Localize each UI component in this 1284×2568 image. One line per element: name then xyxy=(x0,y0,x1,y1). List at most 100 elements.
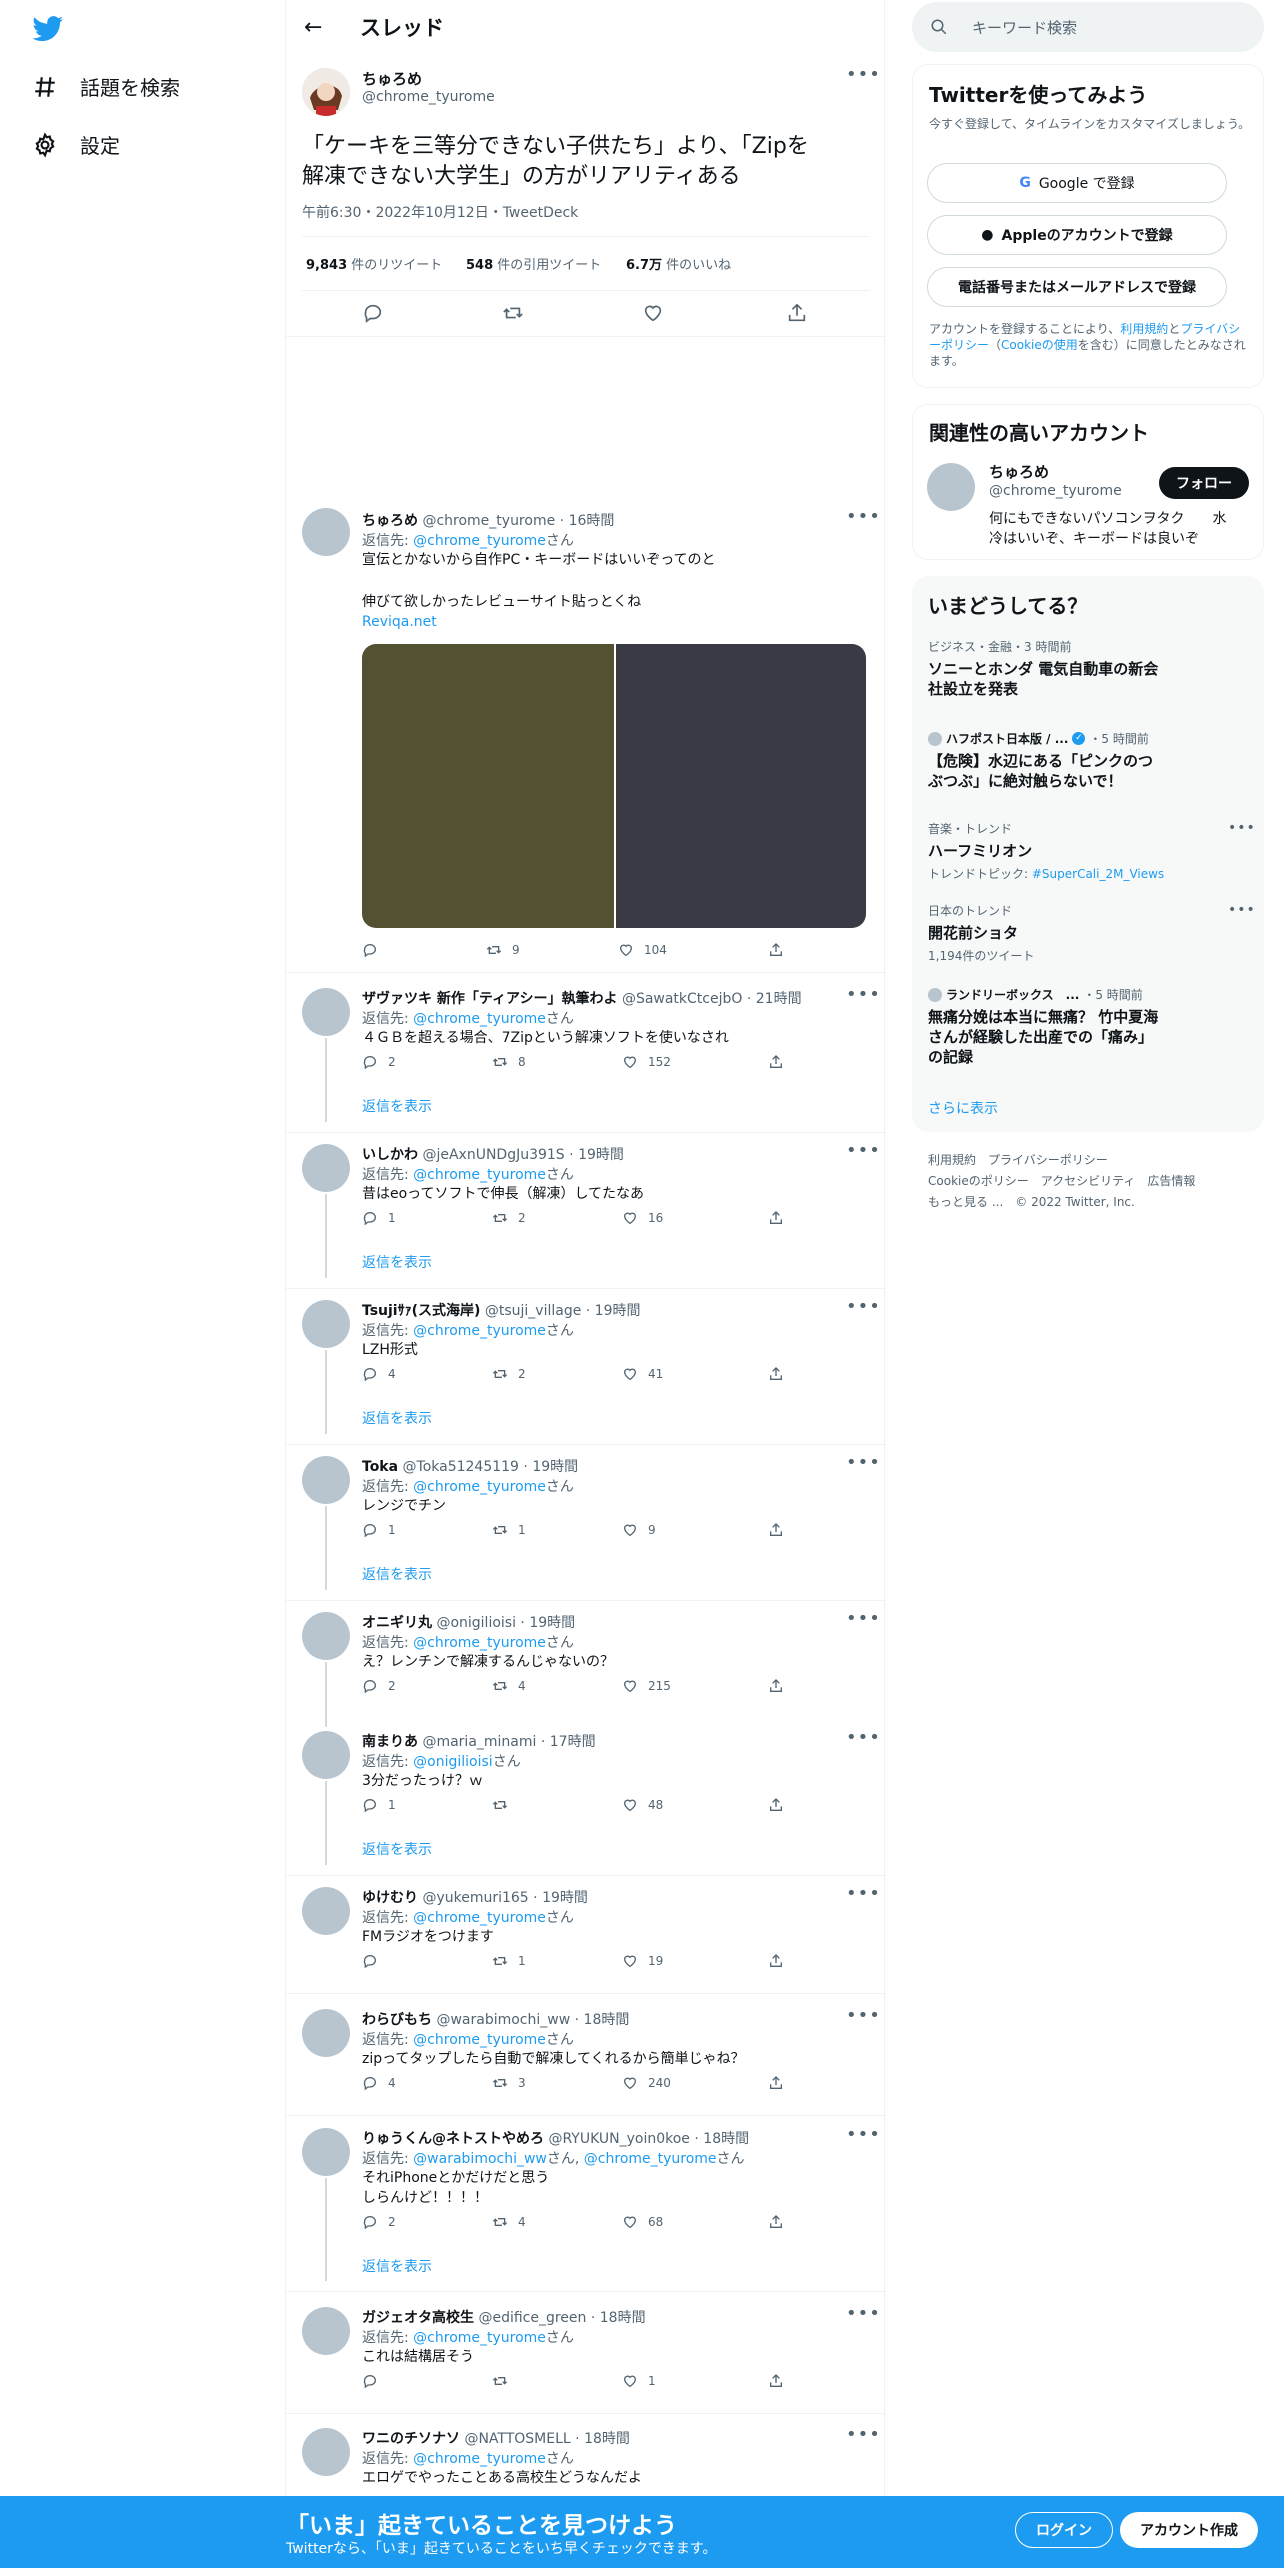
timestamp[interactable]: 18時間 xyxy=(584,2012,630,2028)
reply-button[interactable]: 4 xyxy=(362,1366,396,1382)
retweet-button[interactable]: 1 xyxy=(492,1522,526,1538)
share-button[interactable] xyxy=(768,942,784,958)
reply-to-handle[interactable]: @chrome_tyurome xyxy=(413,1323,546,1339)
share-button[interactable] xyxy=(768,1366,784,1382)
reply-to-handle[interactable]: @chrome_tyurome xyxy=(413,1910,546,1926)
trend-item[interactable]: 日本のトレンド 開花前ショタ 1,194件のツイート xyxy=(928,902,1248,964)
timestamp[interactable]: 19時間 xyxy=(532,1459,578,1475)
create-account-button[interactable]: アカウント作成 xyxy=(1120,2512,1258,2548)
reply-to-handle[interactable]: @chrome_tyurome xyxy=(413,2451,546,2467)
like-button[interactable]: 152 xyxy=(622,1054,671,1070)
tweet-meta[interactable]: 午前6:30・2022年10月12日・TweetDeck xyxy=(302,202,578,222)
share-icon[interactable] xyxy=(786,302,808,324)
reply-button[interactable] xyxy=(362,942,388,958)
author-name[interactable]: いしかわ xyxy=(362,1147,418,1163)
avatar[interactable] xyxy=(302,2128,350,2176)
follow-button[interactable]: フォロー xyxy=(1159,467,1249,499)
login-button[interactable]: ログイン xyxy=(1015,2512,1113,2548)
more-options-icon[interactable]: ••• xyxy=(846,2005,881,2026)
reply-to-handle[interactable]: @onigilioisi xyxy=(413,1754,493,1770)
retweet-stat[interactable]: 9,843 件のリツイート xyxy=(306,254,442,273)
show-replies-link[interactable]: 返信を表示 xyxy=(362,1839,432,1859)
avatar[interactable] xyxy=(302,2307,350,2355)
author-name[interactable]: ちゅろめ xyxy=(362,68,422,89)
avatar[interactable] xyxy=(302,2009,350,2057)
avatar[interactable] xyxy=(302,1731,350,1779)
reply-button[interactable]: 2 xyxy=(362,1054,396,1070)
reply-tweet[interactable]: ゆけむり @yukemuri165 · 19時間 ••• 返信先: @chrome_… xyxy=(286,1875,886,1993)
share-button[interactable] xyxy=(768,1054,784,1070)
more-options-icon[interactable]: ••• xyxy=(846,1727,881,1748)
footer-line2[interactable]: Cookieのポリシー アクセシビリティ 広告情報 xyxy=(928,1171,1195,1192)
retweet-button[interactable]: 1 xyxy=(492,1953,526,1969)
like-icon[interactable] xyxy=(642,302,664,324)
retweet-button[interactable] xyxy=(492,1797,518,1813)
show-replies-link[interactable]: 返信を表示 xyxy=(362,2256,432,2276)
reply-button[interactable] xyxy=(362,1953,388,1969)
retweet-button[interactable]: 4 xyxy=(492,2214,526,2230)
terms-link[interactable]: 利用規約 xyxy=(1120,322,1168,336)
reply-tweet[interactable]: りゅうくん@ネトストやめろ @RYUKUN_yoin0koe · 18時間 •••… xyxy=(286,2116,886,2291)
share-button[interactable] xyxy=(768,2214,784,2230)
like-button[interactable]: 104 xyxy=(618,942,667,958)
more-options-icon[interactable]: ••• xyxy=(846,506,881,527)
retweet-button[interactable]: 9 xyxy=(486,942,520,958)
retweet-button[interactable]: 8 xyxy=(492,1054,526,1070)
trend-item[interactable]: 音楽・トレンド ハーフミリオン トレンドトピック: #SuperCali_2M_… xyxy=(928,820,1248,882)
like-button[interactable]: 16 xyxy=(622,1210,663,1226)
related-name[interactable]: ちゅろめ xyxy=(989,461,1049,482)
avatar[interactable] xyxy=(302,508,350,556)
retweet-button[interactable] xyxy=(492,2373,518,2389)
author-name[interactable]: ゆけむり xyxy=(362,1890,418,1906)
timestamp[interactable]: 18時間 xyxy=(600,2310,646,2326)
reply-tweet[interactable]: Tsujiｻｧ(ス式海岸) @tsuji_village · 19時間 ••• 返信… xyxy=(286,1288,886,1444)
avatar[interactable] xyxy=(302,2428,350,2476)
reply-tweet[interactable]: オニギリ丸 @onigilioisi · 19時間 ••• 返信先: @chrome… xyxy=(286,1600,886,1727)
search-input[interactable]: キーワード検索 xyxy=(972,17,1077,38)
show-replies-link[interactable]: 返信を表示 xyxy=(362,1096,432,1116)
show-replies-link[interactable]: 返信を表示 xyxy=(362,1252,432,1272)
trend-item[interactable]: ハフポスト日本版 / ... ✓ ・5 時間前 【危険】水辺にある「ピンクのつ ぶつ… xyxy=(928,730,1248,791)
author-name[interactable]: ガジェオタ高校生 xyxy=(362,2310,474,2326)
share-button[interactable] xyxy=(768,2373,784,2389)
author-handle[interactable]: @chrome_tyurome xyxy=(422,513,555,529)
author-name[interactable]: りゅうくん@ネトストやめろ xyxy=(362,2131,544,2147)
twitter-logo-icon[interactable] xyxy=(32,16,64,42)
author-name[interactable]: ちゅろめ xyxy=(362,513,418,529)
reply-tweet[interactable]: ザヴァツキ 新作「ティアシー」執筆わよ @SawatkCtcejbO · 21時… xyxy=(286,976,886,1132)
reply-button[interactable]: 1 xyxy=(362,1522,396,1538)
author-name[interactable]: Toka xyxy=(362,1459,398,1475)
retweet-button[interactable]: 2 xyxy=(492,1366,526,1382)
like-button[interactable]: 1 xyxy=(622,2373,656,2389)
reply-button[interactable]: 2 xyxy=(362,1678,396,1694)
retweet-button[interactable]: 4 xyxy=(492,1678,526,1694)
reply-button[interactable]: 4 xyxy=(362,2075,396,2091)
avatar[interactable] xyxy=(927,463,975,511)
like-button[interactable]: 68 xyxy=(622,2214,663,2230)
reply-icon[interactable] xyxy=(362,302,384,324)
like-button[interactable]: 9 xyxy=(622,1522,656,1538)
author-name[interactable]: ザヴァツキ 新作「ティアシー」執筆わよ xyxy=(362,991,617,1007)
author-handle[interactable]: @SawatkCtcejbO xyxy=(622,991,742,1007)
back-arrow-icon[interactable]: ← xyxy=(304,15,332,40)
like-button[interactable]: 215 xyxy=(622,1678,671,1694)
timestamp[interactable]: 19時間 xyxy=(595,1303,641,1319)
author-handle[interactable]: @chrome_tyurome xyxy=(362,89,495,105)
more-options-icon[interactable]: ••• xyxy=(846,1608,881,1629)
avatar[interactable] xyxy=(302,988,350,1036)
reply-to-handle[interactable]: @chrome_tyurome xyxy=(413,2032,546,2048)
more-options-icon[interactable]: ••• xyxy=(846,2124,881,2145)
author-handle[interactable]: @NATTOSMELL xyxy=(464,2431,570,2447)
like-stat[interactable]: 6.7万 件のいいね xyxy=(626,254,731,273)
more-options-icon[interactable]: ••• xyxy=(846,2424,881,2445)
author-name[interactable]: ワニのチソナソ xyxy=(362,2431,460,2447)
timestamp[interactable]: 16時間 xyxy=(569,513,615,529)
show-replies-link[interactable]: 返信を表示 xyxy=(362,1408,432,1428)
avatar[interactable] xyxy=(302,1300,350,1348)
related-handle[interactable]: @chrome_tyurome xyxy=(989,483,1122,499)
retweet-icon[interactable] xyxy=(502,302,524,324)
share-button[interactable] xyxy=(768,1210,784,1226)
nav-settings[interactable]: 設定 xyxy=(32,130,120,159)
reply-tweet[interactable]: ガジェオタ高校生 @edifice_green · 18時間 ••• 返信先: @c… xyxy=(286,2295,886,2413)
trend-item[interactable]: ビジネス・金融・3 時間前 ソニーとホンダ 電気自動車の新会 社設立を発表 xyxy=(928,638,1248,699)
